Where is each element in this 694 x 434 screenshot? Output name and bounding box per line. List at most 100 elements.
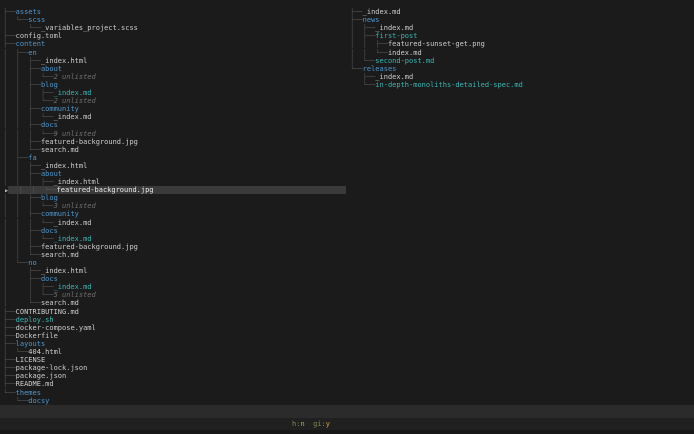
tree-row[interactable]: │ │ ├──docs bbox=[0, 227, 347, 235]
tree-row[interactable]: │ │ ├──_index.md bbox=[0, 283, 347, 291]
tree-row[interactable]: │ └──404.html bbox=[0, 348, 347, 356]
directory-name: docs bbox=[40, 275, 58, 284]
file-name: featured-background.jpg bbox=[56, 186, 154, 195]
tree-row[interactable]: │ │ ├──_index.html bbox=[0, 162, 347, 170]
tree-branch: │ └── bbox=[3, 259, 29, 267]
tree-branch: ├── bbox=[350, 8, 363, 17]
tree-branch: ├── bbox=[3, 380, 16, 389]
command-input-bar[interactable]: :cpp h:n gi:y bbox=[0, 418, 694, 434]
tree-row[interactable]: ├──package-lock.json bbox=[0, 364, 347, 372]
tree-row[interactable]: │ └──no bbox=[0, 259, 347, 267]
tree-row[interactable]: ├──CONTRIBUTING.md bbox=[0, 308, 347, 316]
file-name: _variables_project.scss bbox=[40, 24, 138, 33]
tree-branch: │ │ ├── bbox=[3, 169, 41, 178]
tree-row[interactable]: │ │ │ └──_index.md bbox=[0, 113, 347, 121]
tree-branch: │ │ ├── bbox=[350, 40, 388, 49]
directory-name: scss bbox=[28, 16, 46, 25]
tree-row[interactable]: ├──deploy.sh bbox=[0, 316, 347, 324]
right-file-tree: ├──_index.md ├──news │ ├──_index.md │ ├──fi… bbox=[347, 8, 694, 89]
directory-name: themes bbox=[15, 388, 41, 397]
tree-row[interactable]: ├──config.toml bbox=[0, 32, 347, 40]
tree-row[interactable]: ▶│ │ │ └──featured-background.jpg bbox=[0, 186, 347, 195]
file-name: featured-background.jpg bbox=[40, 242, 138, 251]
tree-row[interactable]: │ │ ├──docs bbox=[0, 121, 347, 129]
tree-row[interactable]: ├──README.md bbox=[0, 380, 347, 388]
tree-row[interactable]: ├──assets bbox=[0, 8, 347, 16]
tree-row[interactable]: ├──package.json bbox=[0, 372, 347, 380]
file-name: _index.md bbox=[53, 283, 92, 292]
file-name: _index.md bbox=[53, 89, 92, 98]
tree-row[interactable]: ├──content bbox=[0, 40, 347, 48]
tree-row[interactable]: │ ├──fa bbox=[0, 154, 347, 162]
left-file-tree: ├──assets │ └──scss │ └──_variables_projec… bbox=[0, 8, 347, 405]
tree-row[interactable]: │ │ ├──featured-background.jpg bbox=[0, 243, 347, 251]
tree-row[interactable]: │ │ │ └──_index.md bbox=[0, 219, 347, 227]
tree-row[interactable]: │ │ ├──featured-sunset-get.png bbox=[347, 40, 694, 48]
tree-row[interactable]: │ │ ├──_index.html bbox=[0, 57, 347, 65]
unlisted-count: 2 unlisted bbox=[53, 97, 96, 106]
left-panel-root-path[interactable]: /home/example-user/docsy-example bbox=[0, 0, 347, 8]
status-bar: Hit enter to copy_to_panel: cp -r /home/… bbox=[0, 405, 694, 418]
tree-branch: │ └── bbox=[3, 348, 29, 357]
tree-row[interactable]: │ │ ├──blog bbox=[0, 81, 347, 89]
tree-branch: │ │ ├── bbox=[3, 161, 41, 170]
tree-branch: └── bbox=[3, 396, 29, 405]
tree-row[interactable]: │ │ ├──community bbox=[0, 210, 347, 218]
tree-row[interactable]: │ │ ├──featured-background.jpg bbox=[0, 138, 347, 146]
tree-row[interactable]: ├──news bbox=[347, 16, 694, 24]
tree-row[interactable]: │ └──second-post.md bbox=[347, 57, 694, 65]
tree-row[interactable]: │ │ │ └──9 unlisted bbox=[0, 130, 347, 138]
directory-name: about bbox=[40, 169, 63, 178]
tree-row[interactable]: ├──_index.md bbox=[347, 8, 694, 16]
tree-row[interactable]: │ │ ├──about bbox=[0, 170, 347, 178]
tree-row[interactable]: └──releases bbox=[347, 65, 694, 73]
tree-row[interactable]: ├──_index.md bbox=[347, 73, 694, 81]
directory-name: docs bbox=[40, 121, 58, 130]
tree-row[interactable]: │ │ ├──blog bbox=[0, 194, 347, 202]
tree-row[interactable]: │ │ └──index.md bbox=[347, 49, 694, 57]
tree-row[interactable]: │ │ └──search.md bbox=[0, 146, 347, 154]
file-name: second-post.md bbox=[375, 56, 435, 65]
tree-row[interactable]: │ │ ├──about bbox=[0, 65, 347, 73]
directory-name: community bbox=[40, 105, 79, 114]
tree-row[interactable]: │ │ └──5 unlisted bbox=[0, 291, 347, 299]
tree-branch: ├── bbox=[3, 40, 16, 49]
tree-row[interactable]: └──in-depth-monoliths-detailed-spec.md bbox=[347, 81, 694, 89]
tree-branch: │ │ ├── bbox=[3, 80, 41, 89]
tree-row[interactable]: │ └──scss bbox=[0, 16, 347, 24]
tree-row[interactable]: ├──Dockerfile bbox=[0, 332, 347, 340]
tree-row[interactable]: ├──LICENSE bbox=[0, 356, 347, 364]
tree-row[interactable]: ├──docker-compose.yaml bbox=[0, 324, 347, 332]
tree-branch: │ │ ├── bbox=[3, 242, 41, 251]
tree-row[interactable]: │ │ │ └──2 unlisted bbox=[0, 73, 347, 81]
tree-row[interactable]: │ │ ├──community bbox=[0, 105, 347, 113]
tree-row[interactable]: │ │ │ └──_index.md bbox=[0, 235, 347, 243]
directory-name: layouts bbox=[15, 339, 46, 348]
tree-row[interactable]: ├──layouts bbox=[0, 340, 347, 348]
tree-row[interactable]: │ ├──_index.md bbox=[347, 24, 694, 32]
tree-row[interactable]: │ │ │ ├──_index.html bbox=[0, 178, 347, 186]
tree-row[interactable]: │ ├──_index.html bbox=[0, 267, 347, 275]
tree-branch: │ │ │ └── bbox=[3, 72, 54, 81]
file-name: package.json bbox=[15, 372, 67, 381]
tree-row[interactable]: │ │ └──search.md bbox=[0, 251, 347, 259]
tree-row[interactable]: │ │ │ └──2 unlisted bbox=[0, 97, 347, 105]
tree-row[interactable]: │ │ │ ├──_index.md bbox=[0, 89, 347, 97]
directory-name: releases bbox=[362, 64, 397, 73]
file-name: deploy.sh bbox=[15, 315, 54, 324]
tree-row[interactable]: │ ├──docs bbox=[0, 275, 347, 283]
tree-row[interactable]: └──themes bbox=[0, 389, 347, 397]
tree-row[interactable]: │ ├──first-post bbox=[347, 32, 694, 40]
tree-branch: │ │ │ └── bbox=[3, 97, 54, 106]
tree-row[interactable]: │ ├──en bbox=[0, 49, 347, 57]
tree-branch: ├── bbox=[3, 331, 16, 340]
tree-branch: │ │ ├── bbox=[3, 194, 41, 203]
tree-row[interactable]: │ └──search.md bbox=[0, 299, 347, 307]
tree-row[interactable]: │ └──_variables_project.scss bbox=[0, 24, 347, 32]
right-panel-root-path[interactable]: /home/example-user/docsy-example/content… bbox=[347, 0, 694, 8]
tree-row[interactable]: └──docsy bbox=[0, 397, 347, 405]
file-name: first-post bbox=[375, 32, 418, 41]
file-name: docker-compose.yaml bbox=[15, 323, 96, 332]
tree-branch: │ │ ├── bbox=[3, 137, 41, 146]
tree-row[interactable]: │ │ │ └──3 unlisted bbox=[0, 202, 347, 210]
